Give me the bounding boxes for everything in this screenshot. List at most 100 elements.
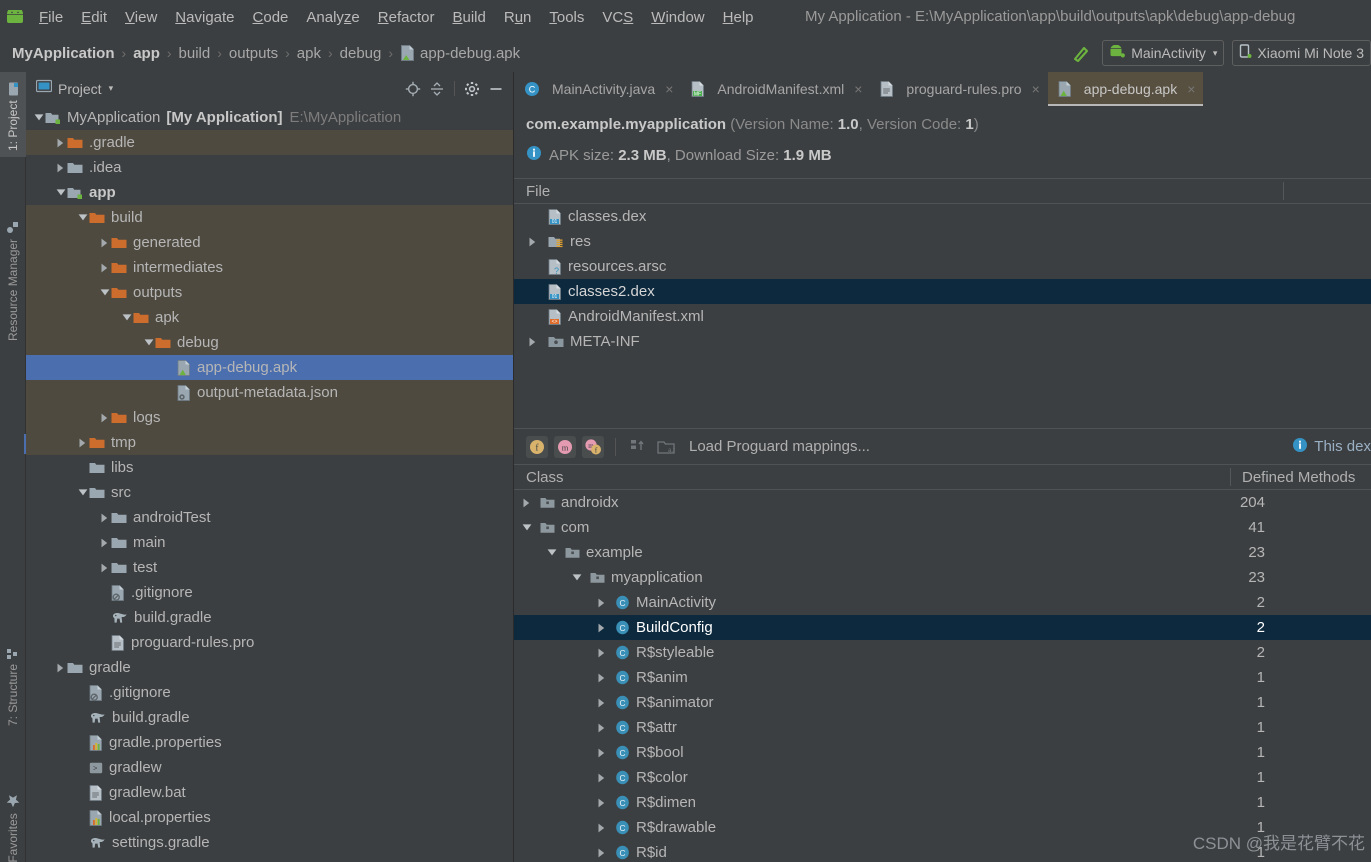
- chevron-right-icon[interactable]: [526, 337, 539, 347]
- chevron-right-icon[interactable]: [54, 663, 67, 673]
- project-tree-item[interactable]: build: [26, 205, 513, 230]
- column-divider[interactable]: [1283, 182, 1284, 200]
- locate-target-icon[interactable]: [402, 78, 424, 100]
- column-header-defined-methods[interactable]: Defined Methods: [1230, 469, 1355, 486]
- sidebar-item-favorites[interactable]: 2: Favorites: [0, 757, 26, 862]
- table-row[interactable]: C R$color 1: [514, 765, 1371, 790]
- table-row[interactable]: myapplication 23: [514, 565, 1371, 590]
- project-tree-item[interactable]: .gitignore: [26, 680, 513, 705]
- hide-minimize-icon[interactable]: [485, 78, 507, 100]
- table-row[interactable]: C R$id 1: [514, 840, 1371, 862]
- breadcrumb-item-6[interactable]: app-debug.apk: [420, 45, 520, 62]
- table-row[interactable]: C R$bool 1: [514, 740, 1371, 765]
- tab-proguard-rules-pro[interactable]: proguard-rules.pro ×: [870, 72, 1047, 106]
- chevron-down-icon[interactable]: [120, 313, 133, 322]
- chevron-right-icon[interactable]: [595, 848, 608, 858]
- show-all-nodes-icon[interactable]: [627, 436, 649, 458]
- project-tree-item[interactable]: src: [26, 480, 513, 505]
- close-icon[interactable]: ×: [1187, 81, 1195, 97]
- breadcrumb-item-0[interactable]: MyApplication: [12, 45, 115, 62]
- tab-androidmanifest-xml[interactable]: MF AndroidManifest.xml ×: [681, 72, 870, 106]
- project-tree-item[interactable]: apk: [26, 305, 513, 330]
- menu-vcs[interactable]: VCS: [593, 6, 642, 29]
- close-icon[interactable]: ×: [665, 81, 673, 97]
- project-tree-item[interactable]: local.properties: [26, 805, 513, 830]
- table-row[interactable]: androidx 204: [514, 490, 1371, 515]
- close-icon[interactable]: ×: [854, 81, 862, 97]
- project-tree-item[interactable]: > gradlew: [26, 755, 513, 780]
- project-tree-item[interactable]: build.gradle: [26, 605, 513, 630]
- project-tree-item[interactable]: proguard-rules.pro: [26, 630, 513, 655]
- dex-class-tree[interactable]: androidx 204 com 41 example 23 myapplication 23…: [514, 490, 1371, 862]
- menu-tools[interactable]: Tools: [540, 6, 593, 29]
- show-referenced-icon[interactable]: m f: [582, 435, 604, 458]
- menu-window[interactable]: Window: [642, 6, 713, 29]
- settings-gear-icon[interactable]: [461, 78, 483, 100]
- menu-file[interactable]: File: [30, 6, 72, 29]
- breadcrumb-item-3[interactable]: outputs: [229, 45, 278, 62]
- table-row[interactable]: 01 classes.dex: [514, 204, 1371, 229]
- project-tree-item[interactable]: generated: [26, 230, 513, 255]
- make-project-hammer-icon[interactable]: [1068, 40, 1094, 66]
- chevron-right-icon[interactable]: [595, 823, 608, 833]
- chevron-right-icon[interactable]: [595, 798, 608, 808]
- tool-window-resize-handle[interactable]: [24, 434, 26, 454]
- project-tree-item[interactable]: logs: [26, 405, 513, 430]
- chevron-right-icon[interactable]: [98, 238, 111, 248]
- project-tree-item[interactable]: gradle: [26, 655, 513, 680]
- menu-build[interactable]: Build: [443, 6, 494, 29]
- chevron-right-icon[interactable]: [595, 623, 608, 633]
- table-row[interactable]: <> AndroidManifest.xml: [514, 304, 1371, 329]
- tab-mainactivity-java[interactable]: C MainActivity.java ×: [514, 72, 681, 106]
- chevron-down-icon[interactable]: [76, 488, 89, 497]
- chevron-right-icon[interactable]: [98, 538, 111, 548]
- menu-help[interactable]: Help: [714, 6, 763, 29]
- project-tree-item[interactable]: gradle.properties: [26, 730, 513, 755]
- project-tree-item[interactable]: test: [26, 555, 513, 580]
- chevron-down-icon[interactable]: [76, 213, 89, 222]
- table-row[interactable]: ? resources.arsc: [514, 254, 1371, 279]
- chevron-right-icon[interactable]: [54, 163, 67, 173]
- chevron-right-icon[interactable]: [595, 698, 608, 708]
- project-tree-item[interactable]: tmp: [26, 430, 513, 455]
- project-tree-item[interactable]: app-debug.apk: [26, 355, 513, 380]
- chevron-right-icon[interactable]: [595, 648, 608, 658]
- menu-refactor[interactable]: Refactor: [369, 6, 444, 29]
- column-header-class[interactable]: Class: [514, 469, 564, 486]
- project-tree-item[interactable]: build.gradle: [26, 705, 513, 730]
- menu-analyze[interactable]: Analyze: [297, 6, 368, 29]
- chevron-right-icon[interactable]: [98, 413, 111, 423]
- run-configuration-selector[interactable]: MainActivity ▾: [1102, 40, 1225, 66]
- project-tree-item[interactable]: outputs: [26, 280, 513, 305]
- close-icon[interactable]: ×: [1032, 81, 1040, 97]
- menu-edit[interactable]: Edit: [72, 6, 116, 29]
- breadcrumb-item-1[interactable]: app: [133, 45, 160, 62]
- chevron-down-icon[interactable]: [520, 523, 533, 532]
- load-proguard-mappings-button[interactable]: Load Proguard mappings...: [689, 438, 870, 455]
- chevron-right-icon[interactable]: [98, 563, 111, 573]
- chevron-right-icon[interactable]: [98, 263, 111, 273]
- apk-file-table[interactable]: 01 classes.dex res? resources.arsc 01 classes…: [514, 204, 1371, 354]
- chevron-right-icon[interactable]: [520, 498, 533, 508]
- table-row[interactable]: res: [514, 229, 1371, 254]
- tab-app-debug-apk[interactable]: app-debug.apk ×: [1047, 72, 1204, 106]
- table-row[interactable]: example 23: [514, 540, 1371, 565]
- table-row[interactable]: 01 classes2.dex: [514, 279, 1371, 304]
- menu-run[interactable]: Run: [495, 6, 541, 29]
- project-tree-item[interactable]: main: [26, 530, 513, 555]
- menu-view[interactable]: View: [116, 6, 166, 29]
- project-tree-item[interactable]: libs: [26, 455, 513, 480]
- chevron-right-icon[interactable]: [595, 773, 608, 783]
- chevron-down-icon[interactable]: [570, 573, 583, 582]
- project-tree-item[interactable]: intermediates: [26, 255, 513, 280]
- project-tree[interactable]: MyApplication [My Application] E:\MyApplic…: [26, 105, 513, 862]
- chevron-down-icon[interactable]: [32, 113, 45, 122]
- chevron-right-icon[interactable]: [54, 138, 67, 148]
- breadcrumb-item-4[interactable]: apk: [297, 45, 321, 62]
- table-row[interactable]: C R$animator 1: [514, 690, 1371, 715]
- table-row[interactable]: com 41: [514, 515, 1371, 540]
- project-tree-item[interactable]: .gradle: [26, 130, 513, 155]
- project-tree-item[interactable]: .gitignore: [26, 580, 513, 605]
- table-row[interactable]: C R$anim 1: [514, 665, 1371, 690]
- menu-code[interactable]: Code: [244, 6, 298, 29]
